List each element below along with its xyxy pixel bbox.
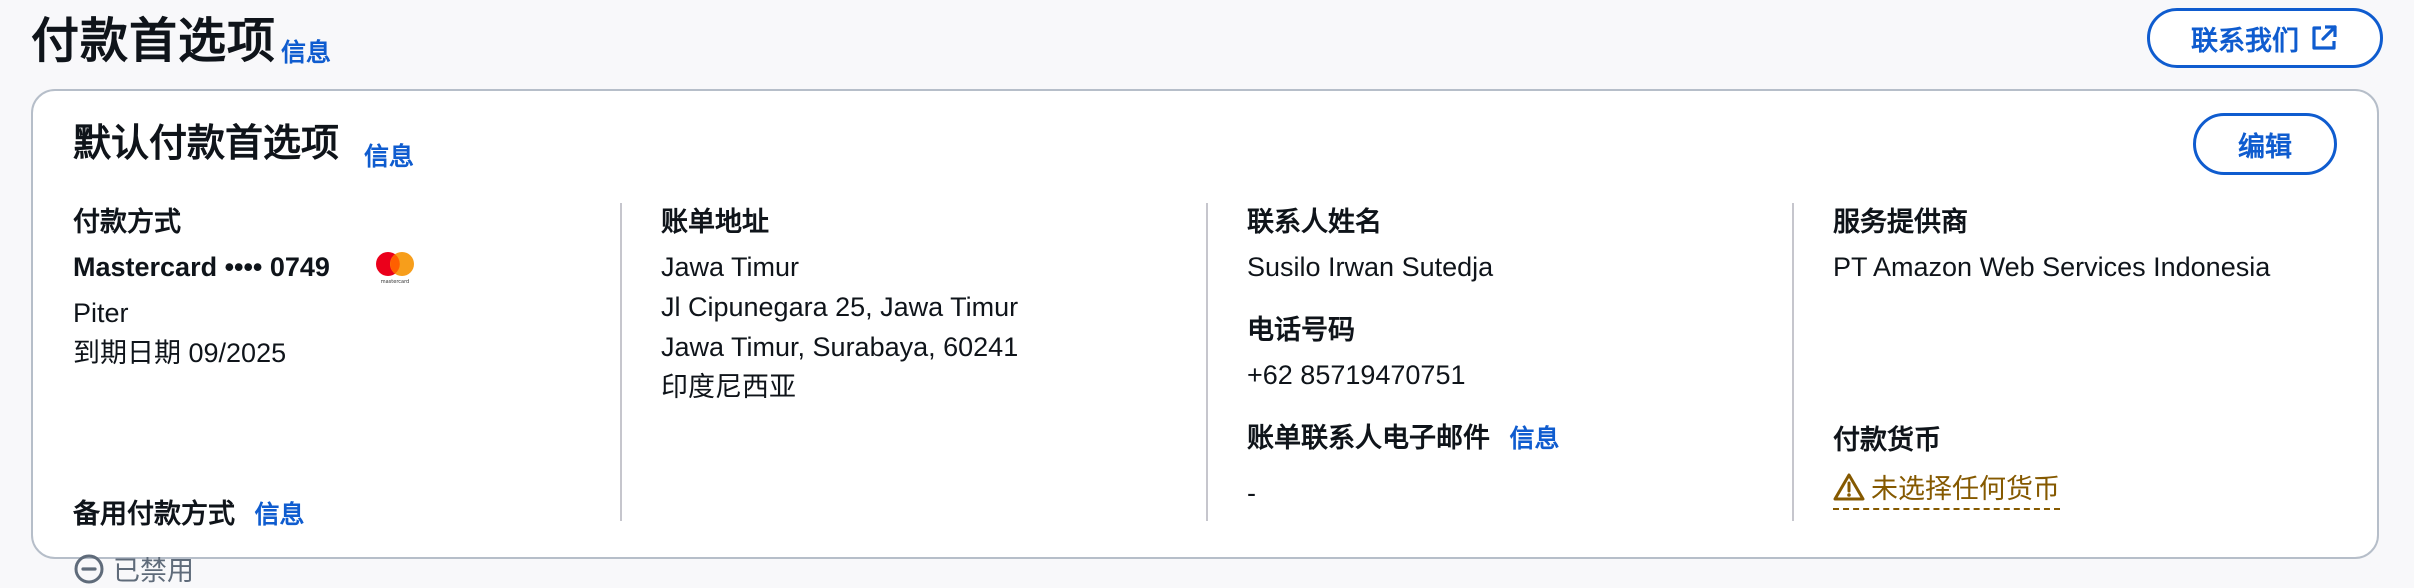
external-link-icon [2309, 23, 2339, 53]
phone-value: +62 85719470751 [1247, 360, 1466, 390]
payment-preferences-page: 付款首选项 信息 联系我们 默认付款首选项 信息 编辑 付款方式 Masterc… [0, 0, 2414, 588]
billing-address-label: 账单地址 [661, 207, 769, 237]
contact-name-value: Susilo Irwan Sutedja [1247, 252, 1494, 282]
edit-button[interactable]: 编辑 [2193, 113, 2337, 175]
page-info-link[interactable]: 信息 [281, 33, 331, 69]
page-title: 付款首选项 [31, 15, 277, 68]
column-divider [1206, 203, 1208, 521]
mastercard-logo-icon: mastercard [371, 249, 419, 285]
backup-payment-status-text: 已禁用 [113, 556, 194, 586]
card-holder: Piter [73, 298, 129, 328]
backup-payment-status: 已禁用 [73, 549, 194, 588]
contact-column: 联系人姓名 Susilo Irwan Sutedja 电话号码 +62 8571… [1247, 203, 1767, 508]
default-payment-preferences-card: 默认付款首选项 信息 编辑 付款方式 Mastercard •••• 0749 … [31, 89, 2379, 586]
phone-label: 电话号码 [1247, 315, 1355, 345]
provider-column: 服务提供商 PT Amazon Web Services Indonesia 付… [1833, 203, 2333, 510]
payment-method-column: 付款方式 Mastercard •••• 0749 mastercard Pit… [73, 203, 593, 586]
payment-method-label: 付款方式 [73, 207, 181, 237]
payment-currency-label: 付款货币 [1833, 425, 1941, 455]
column-divider [1792, 203, 1794, 521]
billing-address-column: 账单地址 Jawa Timur Jl Cipunegara 25, Jawa T… [661, 203, 1181, 499]
payment-currency-warning-text: 未选择任何货币 [1871, 474, 2060, 504]
card-expiry: 到期日期 09/2025 [73, 338, 287, 368]
service-provider-value: PT Amazon Web Services Indonesia [1833, 252, 2271, 282]
card-title: 默认付款首选项 [73, 123, 340, 165]
card-number: Mastercard •••• 0749 [73, 252, 330, 282]
backup-payment-info-link[interactable]: 信息 [255, 501, 305, 529]
column-divider [620, 203, 622, 521]
contact-us-label: 联系我们 [2191, 25, 2299, 56]
minus-circle-icon [73, 553, 105, 585]
contact-us-button[interactable]: 联系我们 [2147, 8, 2383, 68]
billing-email-value: - [1247, 478, 1256, 508]
backup-payment-label-text: 备用付款方式 [73, 499, 235, 529]
payment-currency-warning[interactable]: 未选择任何货币 [1833, 467, 2060, 510]
billing-address-line: 印度尼西亚 [661, 372, 796, 402]
billing-email-label-text: 账单联系人电子邮件 [1247, 423, 1490, 453]
card-info-link[interactable]: 信息 [364, 137, 414, 173]
billing-address-line: Jawa Timur [661, 252, 800, 282]
page-header: 付款首选项 信息 联系我们 [31, 8, 2383, 78]
billing-address-line: Jawa Timur, Surabaya, 60241 [661, 332, 1019, 362]
svg-text:mastercard: mastercard [381, 279, 409, 285]
service-provider-label: 服务提供商 [1833, 207, 1968, 237]
contact-name-label: 联系人姓名 [1247, 207, 1382, 237]
backup-payment-label: 备用付款方式 信息 [73, 495, 305, 534]
warning-triangle-icon [1833, 472, 1865, 502]
billing-address-line: Jl Cipunegara 25, Jawa Timur [661, 292, 1019, 322]
billing-email-info-link[interactable]: 信息 [1510, 425, 1560, 453]
billing-email-label: 账单联系人电子邮件 信息 [1247, 419, 1560, 458]
